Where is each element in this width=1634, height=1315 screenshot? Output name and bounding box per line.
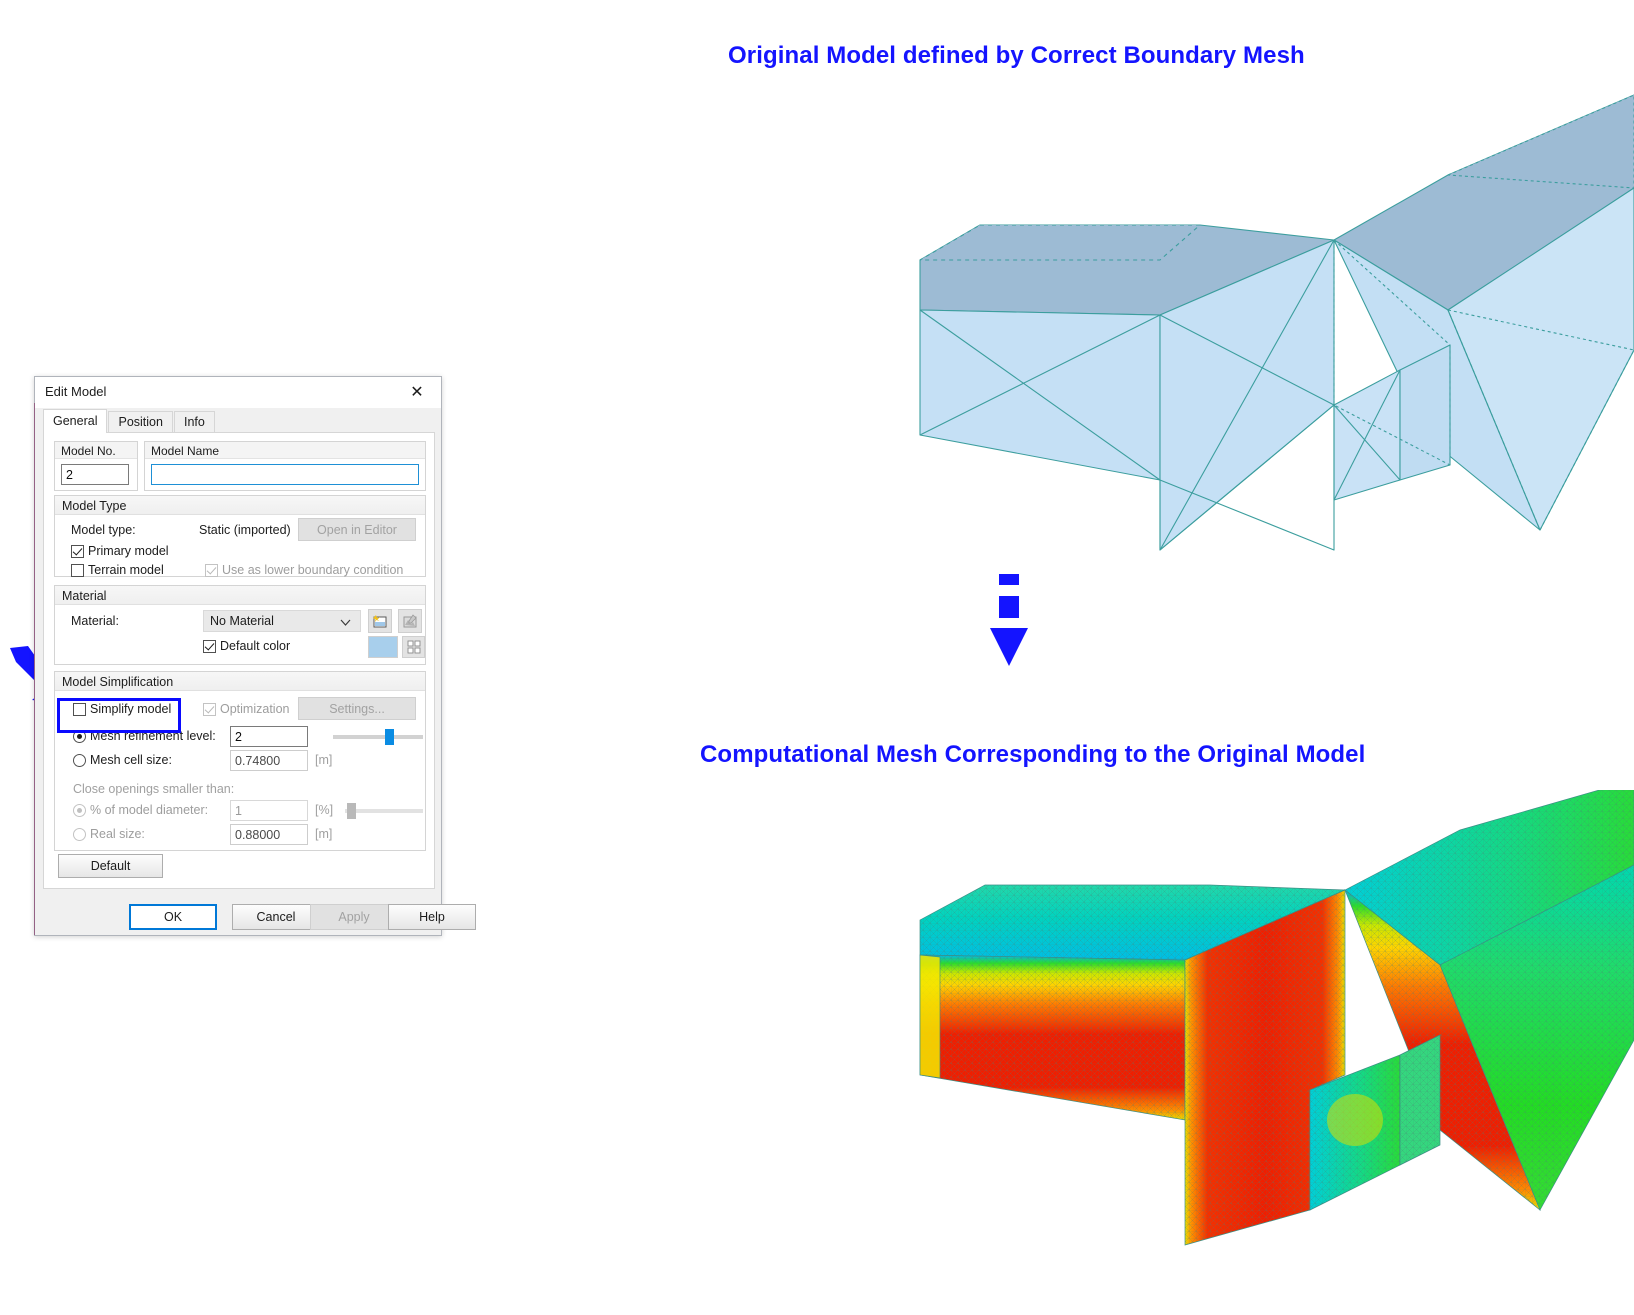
computational-mesh-geometry <box>919 779 1634 1246</box>
percent-of-model-diameter-input <box>230 800 308 821</box>
slider-thumb <box>347 803 356 819</box>
material-group-label: Material <box>55 586 425 605</box>
percent-of-model-diameter-label: % of model diameter: <box>90 803 209 817</box>
model-type-group-label: Model Type <box>55 496 425 515</box>
page-title-computational-mesh: Computational Mesh Corresponding to the … <box>700 741 1366 768</box>
mesh-refinement-level-label: Mesh refinement level: <box>90 729 216 743</box>
model-name-group: Model Name <box>144 441 426 491</box>
close-openings-label: Close openings smaller than: <box>73 782 235 796</box>
model-name-label: Model Name <box>145 442 425 459</box>
checkbox-icon <box>205 563 218 577</box>
edit-model-dialog[interactable]: Edit Model ✕ General Position Info Model… <box>34 376 476 936</box>
material-select[interactable]: No Material <box>203 610 361 632</box>
dialog-titlebar[interactable]: Edit Model ✕ <box>35 377 441 408</box>
simplify-model-label: Simplify model <box>90 702 172 716</box>
close-openings-slider <box>345 803 423 819</box>
slider-track <box>333 735 423 739</box>
model-type-group: Model Type Model type: Static (imported)… <box>54 495 426 577</box>
model-simplification-group: Model Simplification Simplify model Opti… <box>54 671 426 851</box>
apply-button: Apply <box>310 904 398 930</box>
checkbox-icon <box>71 563 84 577</box>
model-type-row-label: Model type: <box>71 523 136 537</box>
original-model-geometry <box>919 94 1634 551</box>
material-selected-value: No Material <box>210 614 274 628</box>
computational-mesh-3d-view[interactable] <box>440 779 1634 1310</box>
terrain-model-checkbox[interactable]: Terrain model <box>71 563 164 577</box>
color-grid-icon[interactable] <box>402 636 425 658</box>
terrain-model-label: Terrain model <box>88 563 164 577</box>
default-color-checkbox[interactable]: Default color <box>203 639 290 653</box>
checkbox-icon <box>203 702 216 716</box>
mesh-cell-size-label: Mesh cell size: <box>90 753 172 767</box>
original-boundary-mesh-3d-view[interactable] <box>440 60 1634 560</box>
radio-icon <box>73 803 86 817</box>
checkbox-icon <box>203 639 216 653</box>
mesh-refinement-slider[interactable] <box>333 729 423 745</box>
help-button[interactable]: Help <box>388 904 476 930</box>
percent-unit: [%] <box>315 803 334 817</box>
radio-icon <box>73 729 86 743</box>
general-tab-panel: Model No. Model Name Model Type Model ty… <box>43 432 435 889</box>
radio-icon <box>73 827 86 841</box>
real-size-radio: Real size: <box>73 827 145 841</box>
ok-button[interactable]: OK <box>129 904 217 930</box>
material-row-label: Material: <box>71 614 119 628</box>
slider-thumb[interactable] <box>385 729 394 745</box>
model-no-label: Model No. <box>55 442 137 459</box>
mesh-cell-size-radio[interactable]: Mesh cell size: <box>73 753 172 767</box>
checkbox-icon <box>73 702 86 716</box>
model-type-row-value: Static (imported) <box>199 523 291 537</box>
chevron-down-icon <box>340 616 351 630</box>
primary-model-label: Primary model <box>88 544 169 558</box>
mesh-refinement-level-radio[interactable]: Mesh refinement level: <box>73 729 216 743</box>
optimization-checkbox: Optimization <box>203 702 289 716</box>
tab-info[interactable]: Info <box>173 411 215 433</box>
mesh-cell-size-unit: [m] <box>315 753 333 767</box>
default-button[interactable]: Default <box>58 854 163 878</box>
default-color-label: Default color <box>220 639 291 653</box>
mesh-refinement-level-input[interactable] <box>230 726 308 747</box>
lower-boundary-condition-label: Use as lower boundary condition <box>222 563 404 577</box>
dialog-title: Edit Model <box>45 384 107 399</box>
radio-icon <box>73 753 86 767</box>
mesh-cell-size-input[interactable] <box>230 750 308 771</box>
open-in-editor-button[interactable]: Open in Editor <box>298 518 416 541</box>
checkbox-icon <box>71 544 84 558</box>
primary-model-checkbox[interactable]: Primary model <box>71 544 169 558</box>
color-swatch[interactable] <box>368 636 398 658</box>
simplification-settings-button[interactable]: Settings... <box>298 697 416 720</box>
percent-of-model-diameter-radio: % of model diameter: <box>73 803 208 817</box>
tab-position[interactable]: Position <box>108 411 173 433</box>
downward-transition-arrow-icon <box>986 570 1032 670</box>
model-simplification-group-label: Model Simplification <box>55 672 425 691</box>
new-material-icon[interactable] <box>368 609 392 633</box>
model-no-input[interactable] <box>61 464 129 485</box>
tab-general[interactable]: General <box>43 409 108 433</box>
tabstrip: General Position Info <box>43 409 216 433</box>
optimization-label: Optimization <box>220 702 290 716</box>
cancel-button[interactable]: Cancel <box>232 904 320 930</box>
real-size-input <box>230 824 308 845</box>
edit-material-icon[interactable] <box>398 609 422 633</box>
simplify-model-checkbox[interactable]: Simplify model <box>73 702 171 716</box>
model-no-group: Model No. <box>54 441 138 491</box>
dialog-body: General Position Info Model No. Model Na… <box>35 408 476 935</box>
lower-boundary-condition-checkbox: Use as lower boundary condition <box>205 563 403 577</box>
close-icon[interactable]: ✕ <box>397 377 437 406</box>
slider-track <box>345 809 423 813</box>
real-size-label: Real size: <box>90 827 145 841</box>
material-group: Material Material: No Material Default c… <box>54 585 426 665</box>
model-name-input[interactable] <box>151 464 419 485</box>
real-size-unit: [m] <box>315 827 333 841</box>
